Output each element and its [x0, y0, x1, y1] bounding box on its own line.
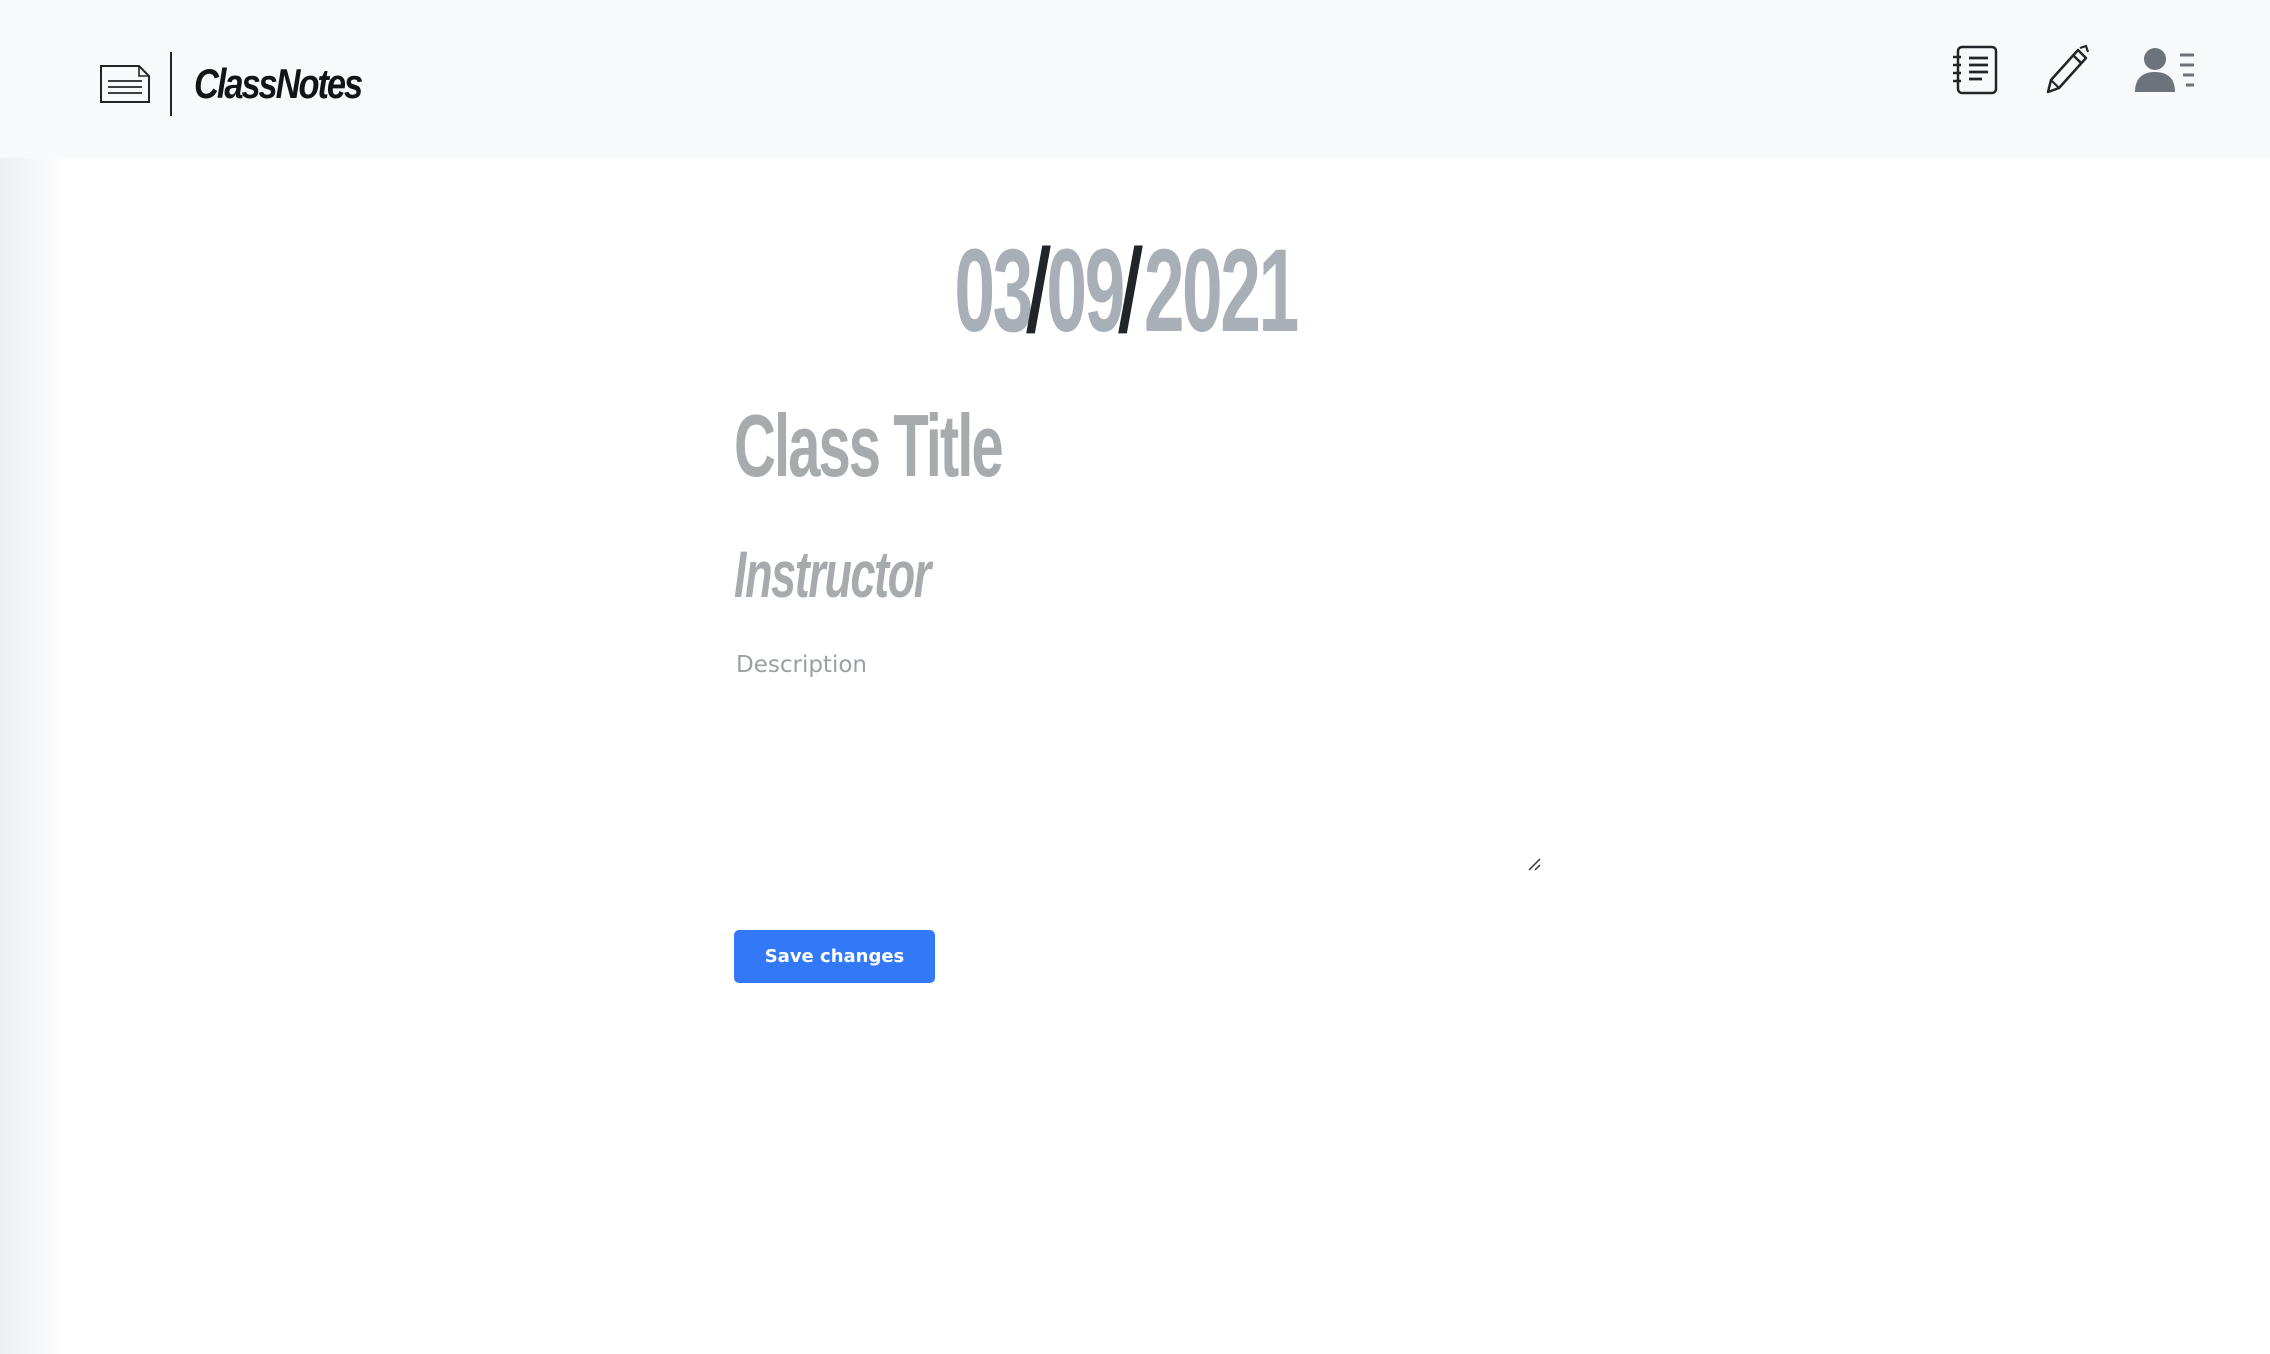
brand-name: ClassNotes [194, 60, 363, 107]
nav-icons [1908, 44, 2196, 96]
left-edge-shade [0, 0, 66, 1354]
date-day[interactable]: 09 [1046, 232, 1125, 350]
class-title-input[interactable] [734, 396, 1328, 496]
description-field [736, 648, 1542, 874]
brand[interactable]: ClassNotes [98, 52, 398, 116]
brand-divider [170, 52, 172, 116]
notebook-list-icon[interactable] [1952, 45, 1998, 95]
save-changes-button[interactable]: Save changes [734, 930, 935, 983]
pencil-icon[interactable] [2042, 44, 2090, 96]
date-display[interactable]: 03 / 09 / 2021 [0, 225, 2270, 357]
document-lines-icon [100, 65, 150, 103]
user-profile-icon[interactable] [2134, 45, 2196, 95]
instructor-input[interactable] [734, 534, 1346, 614]
date-year[interactable]: 2021 [1144, 232, 1299, 350]
top-navbar: ClassNotes [0, 0, 2270, 158]
date-month[interactable]: 03 [954, 232, 1033, 350]
app-page: ClassNotes 03 / 09 / 2021 Class Title In… [0, 0, 2270, 1354]
resize-grip-icon[interactable] [1526, 856, 1542, 872]
description-textarea[interactable] [736, 648, 1542, 874]
